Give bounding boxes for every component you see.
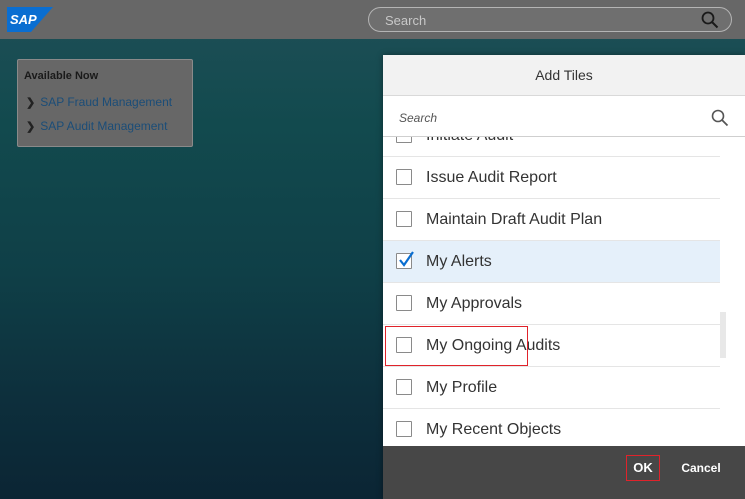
list-item[interactable]: Initiate Audit xyxy=(383,137,720,157)
catalog-link-fraud-management[interactable]: ❯ SAP Fraud Management xyxy=(26,95,172,109)
scrollbar-thumb[interactable] xyxy=(720,312,726,358)
list-item-label: My Approvals xyxy=(426,295,523,312)
catalog-link-audit-management[interactable]: ❯ SAP Audit Management xyxy=(26,119,167,133)
ok-button[interactable]: OK xyxy=(626,455,660,481)
tile-list[interactable]: Initiate Audit Issue Audit Report Mainta… xyxy=(383,137,745,446)
list-item-label: My Profile xyxy=(426,379,498,396)
shell-bar: SAP xyxy=(0,0,745,39)
chevron-right-icon: ❯ xyxy=(26,120,36,133)
shell-search-input[interactable] xyxy=(383,8,687,33)
list-item[interactable]: Maintain Draft Audit Plan xyxy=(383,199,720,241)
scrollbar-track[interactable] xyxy=(720,137,745,446)
list-item-label: Issue Audit Report xyxy=(426,169,557,186)
catalog-title: Available Now xyxy=(24,70,99,82)
checkbox[interactable] xyxy=(396,421,412,437)
add-tiles-dialog: Add Tiles Initiate Audit Issue Audit Rep… xyxy=(383,55,745,499)
shell-search[interactable] xyxy=(368,7,732,33)
checkbox[interactable] xyxy=(396,169,412,185)
catalog-link-label: SAP Fraud Management xyxy=(40,95,173,109)
checkbox[interactable] xyxy=(396,295,412,311)
list-item-selected[interactable]: My Alerts xyxy=(383,241,720,283)
catalog-link-label: SAP Audit Management xyxy=(40,119,168,133)
checkbox[interactable] xyxy=(396,137,412,143)
list-item[interactable]: My Recent Objects xyxy=(383,409,720,446)
dialog-title: Add Tiles xyxy=(383,55,745,96)
checkmark-icon xyxy=(399,251,414,267)
checkbox[interactable] xyxy=(396,379,412,395)
list-item-label: Initiate Audit xyxy=(426,137,513,145)
catalog-panel: Available Now ❯ SAP Fraud Management ❯ S… xyxy=(17,59,193,147)
list-item-label: Maintain Draft Audit Plan xyxy=(426,211,603,228)
list-item-label: My Recent Objects xyxy=(426,421,562,438)
chevron-right-icon: ❯ xyxy=(26,96,36,109)
list-item[interactable]: My Profile xyxy=(383,367,720,409)
checkbox[interactable] xyxy=(396,211,412,227)
search-icon[interactable] xyxy=(711,109,729,127)
list-item-label: My Alerts xyxy=(426,253,492,270)
tile-list-track: Initiate Audit Issue Audit Report Mainta… xyxy=(383,137,720,446)
dialog-footer: OK Cancel xyxy=(383,446,745,499)
logo-text: SAP xyxy=(10,12,37,27)
list-item-label: My Ongoing Audits xyxy=(426,337,561,354)
search-icon[interactable] xyxy=(701,11,719,29)
sap-logo[interactable]: SAP xyxy=(7,7,53,32)
cancel-button[interactable]: Cancel xyxy=(675,455,727,481)
checkbox[interactable] xyxy=(396,337,412,353)
checkbox-checked[interactable] xyxy=(396,251,414,269)
list-item[interactable]: My Approvals xyxy=(383,283,720,325)
list-item[interactable]: My Ongoing Audits xyxy=(383,325,720,367)
dialog-search[interactable] xyxy=(383,97,745,137)
dialog-search-input[interactable] xyxy=(397,105,701,131)
list-item[interactable]: Issue Audit Report xyxy=(383,157,720,199)
